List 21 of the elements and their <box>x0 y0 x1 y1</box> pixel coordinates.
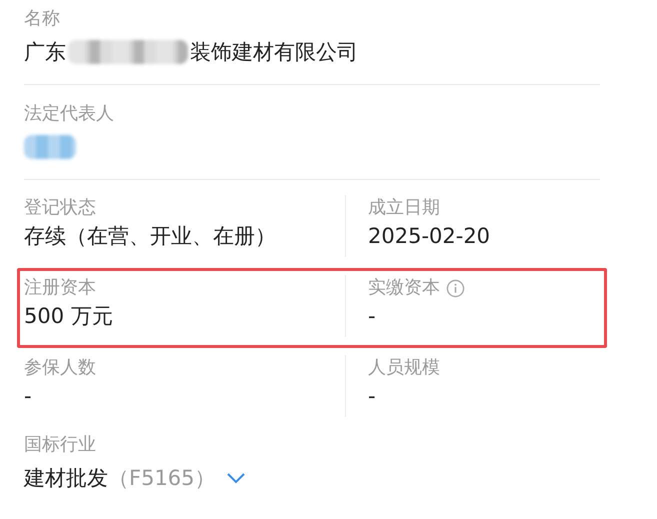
info-icon[interactable] <box>446 278 465 298</box>
company-name-start: 广东 <box>24 39 66 66</box>
industry-value: 建材批发 <box>24 465 108 492</box>
field-value: 存续（在营、开业、在册） <box>24 223 277 250</box>
field-value: - <box>368 383 377 410</box>
field-label: 实缴资本 <box>368 276 440 300</box>
field-value: 2025-02-20 <box>368 223 492 250</box>
field-value: - <box>24 383 33 410</box>
field-value: 500 万元 <box>24 303 114 330</box>
field-label: 人员规模 <box>368 356 440 380</box>
industry-code: （F5165） <box>108 465 216 492</box>
field-label: 国标行业 <box>24 433 97 457</box>
field-label: 法定代表人 <box>24 102 115 126</box>
chevron-down-icon[interactable] <box>226 472 246 484</box>
company-name-end: 装饰建材有限公司 <box>190 39 358 66</box>
field-value: - <box>368 303 377 330</box>
field-label: 成立日期 <box>368 196 440 220</box>
field-label: 名称 <box>24 7 61 31</box>
field-label: 参保人数 <box>24 356 96 380</box>
field-label: 注册资本 <box>24 276 96 300</box>
field-label: 登记状态 <box>24 196 96 220</box>
